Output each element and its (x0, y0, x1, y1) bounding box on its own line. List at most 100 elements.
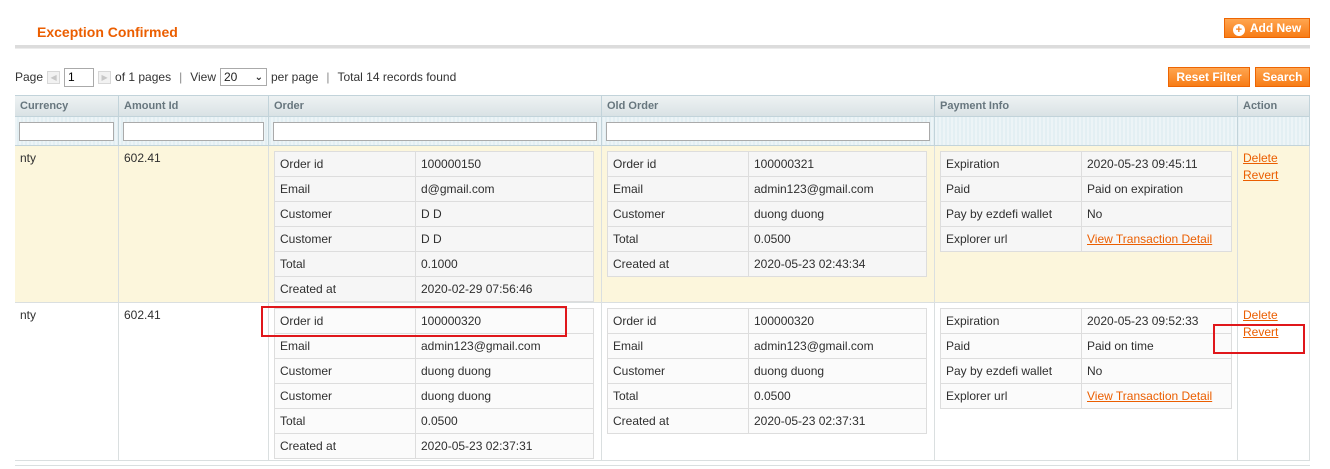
column-header-action: Action (1238, 96, 1310, 116)
view-label: View (190, 70, 216, 84)
paid-value: Paid on time (1081, 333, 1232, 359)
customer-value: duong duong (415, 383, 594, 409)
total-label: Total (274, 251, 416, 277)
plus-icon: + (1232, 24, 1245, 36)
old-order-cell: Order id 100000320 Email admin123@gmail.co… (602, 303, 935, 460)
created-at-value: 2020-05-23 02:37:31 (748, 408, 927, 434)
revert-link[interactable]: Revert (1243, 168, 1304, 182)
currency-cell: nty (15, 303, 119, 460)
next-page-icon[interactable]: ▶ (98, 70, 112, 84)
view-transaction-detail-link[interactable]: View Transaction Detail (1087, 389, 1212, 403)
wallet-value: No (1081, 201, 1232, 227)
customer-value: duong duong (748, 358, 927, 384)
annotation-box-revert (1213, 324, 1305, 354)
exception-grid: Currency Amount Id Order Old Order Payme… (15, 95, 1310, 461)
amount-id-cell: 602.41 (119, 303, 269, 460)
customer-label: Customer (274, 383, 416, 409)
old-order-filter-input[interactable] (606, 122, 930, 141)
order-id-value: 100000321 (748, 151, 927, 177)
old-order-details-table: Order id 100000320 Email admin123@gmail.co… (607, 308, 927, 434)
old-order-details-table: Order id 100000321 Email admin123@gmail.co… (607, 151, 927, 277)
prev-page-icon[interactable]: ◀ (47, 70, 61, 84)
order-cell: Order id 100000150 Email d@gmail.com Custo… (269, 146, 602, 302)
total-label: Total (607, 383, 749, 409)
customer-value: D D (415, 226, 594, 252)
total-value: 0.0500 (748, 226, 927, 252)
email-label: Email (607, 176, 749, 202)
created-at-label: Created at (607, 408, 749, 434)
email-value: admin123@gmail.com (415, 333, 594, 359)
customer-value: duong duong (415, 358, 594, 384)
customer-value: duong duong (748, 201, 927, 227)
per-page-select[interactable]: 20 ⌄ (220, 68, 267, 86)
created-at-label: Created at (274, 276, 416, 302)
email-value: d@gmail.com (415, 176, 594, 202)
total-label: Total (607, 226, 749, 252)
add-new-label: Add New (1249, 21, 1302, 35)
order-filter-input[interactable] (273, 122, 597, 141)
payment-info-cell: Expiration 2020-05-23 09:52:33 Paid Paid o… (935, 303, 1238, 460)
created-at-value: 2020-02-29 07:56:46 (415, 276, 594, 302)
order-id-value: 100000150 (415, 151, 594, 177)
page-count: of 1 pages (115, 70, 172, 84)
paid-value: Paid on expiration (1081, 176, 1232, 202)
pager-separator: | (326, 70, 330, 84)
amount-id-filter-input[interactable] (123, 122, 264, 141)
expiration-value: 2020-05-23 09:52:33 (1081, 308, 1232, 334)
payment-info-table: Expiration 2020-05-23 09:52:33 Paid Paid o… (940, 308, 1232, 409)
total-records: Total 14 records found (337, 70, 457, 84)
email-label: Email (274, 176, 416, 202)
wallet-label: Pay by ezdefi wallet (940, 358, 1082, 384)
action-cell: Delete Revert (1238, 146, 1310, 302)
table-row: nty 602.41 Order id 100000320 Email admin1… (15, 303, 1310, 461)
pager: Page ◀ ▶ of 1 pages | View 20 ⌄ per page… (15, 67, 456, 87)
grid-header: Currency Amount Id Order Old Order Payme… (15, 95, 1310, 117)
column-header-payment-info[interactable]: Payment Info (935, 96, 1238, 116)
email-value: admin123@gmail.com (748, 176, 927, 202)
page-number-input[interactable] (64, 67, 95, 87)
column-header-old-order[interactable]: Old Order (602, 96, 935, 116)
created-at-label: Created at (607, 251, 749, 277)
chevron-down-icon: ⌄ (254, 71, 263, 83)
column-header-order[interactable]: Order (269, 96, 602, 116)
customer-label: Customer (274, 226, 416, 252)
currency-filter-input[interactable] (19, 122, 114, 141)
wallet-label: Pay by ezdefi wallet (940, 201, 1082, 227)
next-row-edge (15, 465, 1310, 469)
add-new-button[interactable]: + Add New (1224, 18, 1310, 38)
column-header-amount-id[interactable]: Amount Id (119, 96, 269, 116)
created-at-label: Created at (274, 433, 416, 459)
order-id-label: Order id (607, 308, 749, 334)
old-order-cell: Order id 100000321 Email admin123@gmail.co… (602, 146, 935, 302)
view-transaction-detail-link[interactable]: View Transaction Detail (1087, 232, 1212, 246)
total-value: 0.0500 (415, 408, 594, 434)
expiration-label: Expiration (940, 151, 1082, 177)
column-header-currency[interactable]: Currency (15, 96, 119, 116)
total-value: 0.1000 (415, 251, 594, 277)
total-label: Total (274, 408, 416, 434)
email-label: Email (274, 333, 416, 359)
search-button[interactable]: Search (1255, 67, 1310, 87)
customer-label: Customer (274, 201, 416, 227)
order-details-table: Order id 100000150 Email d@gmail.com Custo… (274, 151, 594, 302)
created-at-value: 2020-05-23 02:37:31 (415, 433, 594, 459)
order-id-label: Order id (607, 151, 749, 177)
delete-link[interactable]: Delete (1243, 308, 1304, 322)
delete-link[interactable]: Delete (1243, 151, 1304, 165)
order-id-label: Order id (274, 151, 416, 177)
paid-label: Paid (940, 333, 1082, 359)
table-row: nty 602.41 Order id 100000150 Email d@gmai… (15, 146, 1310, 303)
per-page-value: 20 (224, 70, 238, 84)
explorer-url-label: Explorer url (940, 383, 1082, 409)
title-divider (15, 45, 1310, 49)
total-value: 0.0500 (748, 383, 927, 409)
filter-row (15, 117, 1310, 146)
explorer-url-label: Explorer url (940, 226, 1082, 252)
customer-label: Customer (607, 358, 749, 384)
reset-filter-button[interactable]: Reset Filter (1168, 67, 1250, 87)
payment-info-cell: Expiration 2020-05-23 09:45:11 Paid Paid o… (935, 146, 1238, 302)
email-value: admin123@gmail.com (748, 333, 927, 359)
customer-label: Customer (607, 201, 749, 227)
page-title: Exception Confirmed (37, 24, 178, 40)
email-label: Email (607, 333, 749, 359)
